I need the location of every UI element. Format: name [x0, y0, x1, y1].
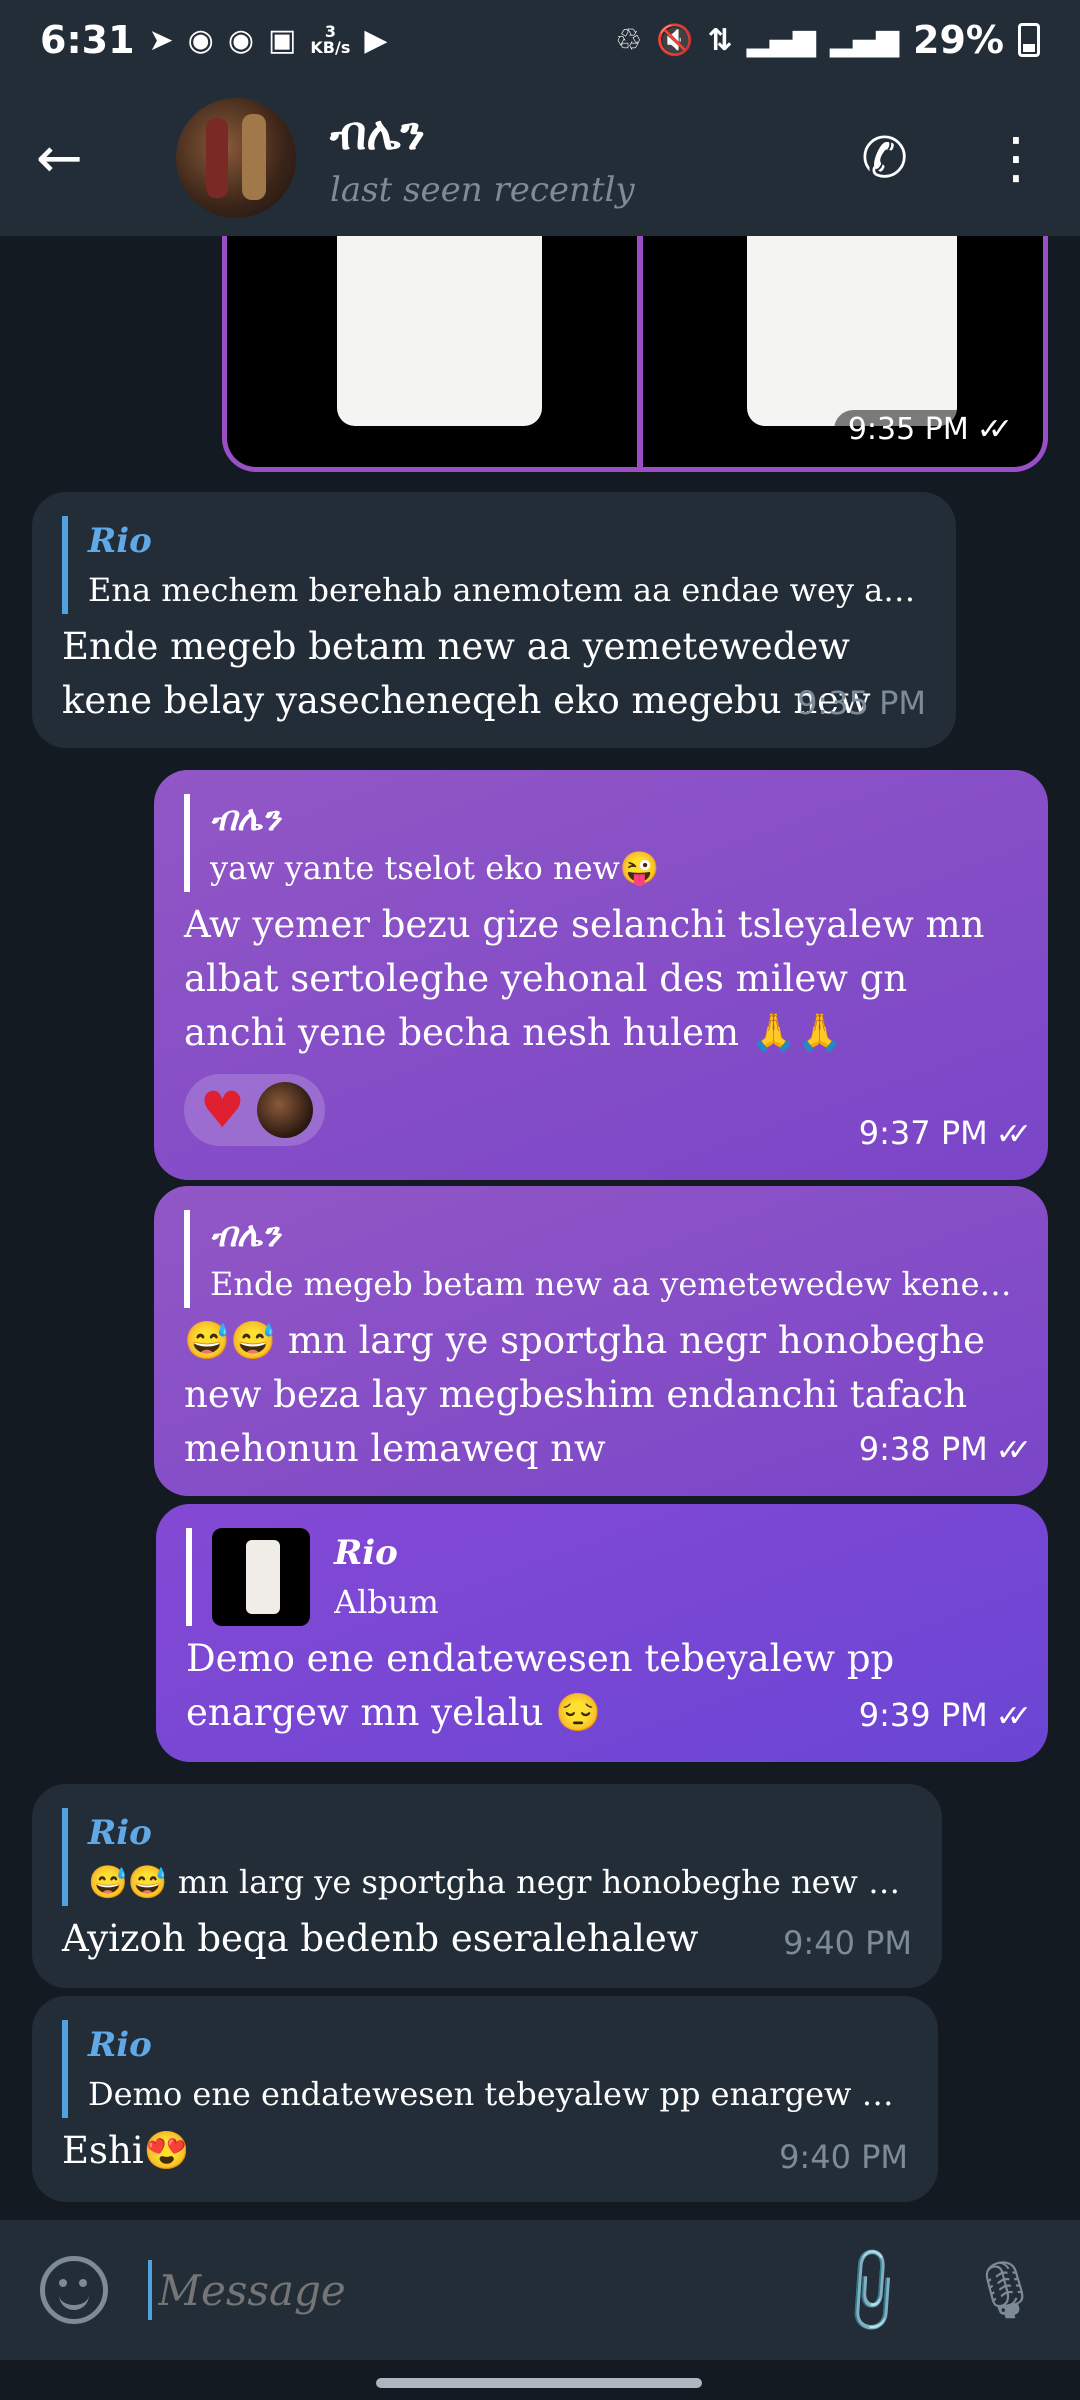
reply-preview[interactable]: ብሌን Ende megeb betam new aa yemetewedew … [184, 1210, 1018, 1308]
reply-thumbnail [212, 1528, 310, 1626]
message-time: 9:39 PM [858, 1696, 988, 1734]
battery-percent: 29% [913, 18, 1004, 62]
message-meta: 9:39 PM ✓✓ [858, 1688, 1032, 1744]
last-seen-status: last seen recently [330, 170, 635, 210]
status-bar: 6:31 ➤ ◉ ◉ ▣ 3 KB/s ▶ ♲ 🔇 ⇅ ▂▄▆ ▂▄▆ 29% [0, 0, 1080, 80]
message-bubble-outgoing[interactable]: Rio Album Demo ene endatewesen tebeyalew… [156, 1504, 1048, 1762]
message-bubble-incoming[interactable]: Rio 😅😅 mn larg ye sportgha negr honobegh… [32, 1784, 942, 1988]
message-bubble-incoming[interactable]: Rio Demo ene endatewesen tebeyalew pp en… [32, 1996, 938, 2202]
read-ticks-icon: ✓✓ [995, 1699, 1032, 1734]
message-bubble-outgoing[interactable]: ብሌን Ende megeb betam new aa yemetewedew … [154, 1186, 1048, 1496]
more-options-icon[interactable]: ⋮ [988, 126, 1044, 191]
signal-icon-2: ▂▄▆ [829, 22, 900, 58]
chat-header: ← ብሌን last seen recently ✆ ⋮ [0, 80, 1080, 236]
mute-icon: 🔇 [656, 22, 694, 58]
message-meta: 9:40 PM [779, 2130, 908, 2184]
chat-title-block[interactable]: ብሌን last seen recently [330, 106, 635, 210]
message-list[interactable]: 9:35 PM ✓✓ Rio Ena mechem berehab anemote… [0, 236, 1080, 2220]
message-meta: 9:37 PM ✓✓ [858, 1106, 1032, 1162]
album-photo-2[interactable] [747, 236, 957, 426]
battery-icon [1018, 23, 1040, 57]
read-ticks-icon: ✓✓ [995, 1117, 1032, 1152]
reply-preview[interactable]: Rio Demo ene endatewesen tebeyalew pp en… [62, 2020, 908, 2118]
message-time: 9:40 PM [783, 1924, 912, 1962]
reply-text: Ena mechem berehab anemotem aa endae wey… [88, 571, 926, 609]
reply-preview[interactable]: Rio Album [186, 1528, 1018, 1626]
paperclip-icon[interactable]: 📎 [820, 2238, 923, 2341]
composer: 📎 🎙 [0, 2220, 1080, 2360]
message-bubble-outgoing[interactable]: ብሌን yaw yante tselot eko new😜 Aw yemer b… [154, 770, 1048, 1180]
message-time: 9:35 PM [847, 412, 969, 447]
read-ticks-icon: ✓✓ [995, 1433, 1032, 1468]
message-time: 9:35 PM [797, 684, 926, 722]
message-time: 9:38 PM [858, 1430, 988, 1468]
chrome-icon-2: ◉ [227, 22, 255, 58]
status-time: 6:31 [40, 18, 135, 62]
gesture-handle[interactable] [376, 2378, 702, 2388]
message-input[interactable] [148, 2260, 835, 2320]
youtube-icon: ▶ [364, 22, 388, 58]
chrome-icon: ◉ [187, 22, 214, 58]
message-meta: 9:38 PM ✓✓ [858, 1422, 1032, 1478]
network-speed: 3 KB/s [310, 22, 351, 57]
message-time: 9:40 PM [779, 2138, 908, 2176]
emoji-icon[interactable] [40, 2256, 108, 2324]
message-meta: 9:40 PM [783, 1916, 912, 1970]
reply-author: Rio [88, 1813, 152, 1853]
reply-preview[interactable]: Rio Ena mechem berehab anemotem aa endae… [62, 516, 926, 614]
microphone-icon[interactable]: 🎙 [969, 2257, 1040, 2323]
message-bubble-incoming[interactable]: Rio Ena mechem berehab anemotem aa endae… [32, 492, 956, 748]
album-photo-1[interactable] [337, 236, 542, 426]
reply-text: Ende megeb betam new aa yemetewedew kene… [210, 1265, 1018, 1303]
phone-icon[interactable]: ✆ [861, 126, 908, 191]
reply-text: Album [334, 1583, 439, 1621]
reply-author: Rio [88, 2025, 152, 2065]
reply-author: Rio [88, 521, 152, 561]
read-ticks-icon: ✓✓ [976, 412, 1013, 447]
avatar[interactable] [176, 98, 296, 218]
reply-author: Rio [334, 1533, 398, 1573]
reactor-avatar [256, 1082, 313, 1138]
chat-title: ብሌን [330, 106, 425, 160]
heart-reaction-icon: ♥ [200, 1081, 245, 1139]
back-arrow-icon[interactable]: ← [36, 126, 116, 191]
message-meta: 9:35 PM ✓✓ [833, 410, 1013, 449]
recycle-icon: ♲ [615, 22, 643, 58]
reply-preview[interactable]: Rio 😅😅 mn larg ye sportgha negr honobegh… [62, 1808, 912, 1906]
message-meta: 9:35 PM [797, 676, 926, 730]
message-time: 9:37 PM [858, 1114, 988, 1152]
telegram-icon: ➤ [148, 22, 174, 58]
album-divider [637, 236, 643, 467]
message-text: Aw yemer bezu gize selanchi tsleyalew mn… [184, 903, 985, 1054]
nav-bar [0, 2360, 1080, 2400]
data-icon: ⇅ [707, 22, 733, 58]
reply-preview[interactable]: ብሌን yaw yante tselot eko new😜 [184, 794, 1018, 892]
reaction-chip[interactable]: ♥ [184, 1074, 325, 1146]
reply-text: Demo ene endatewesen tebeyalew pp enarge… [88, 2075, 908, 2113]
reply-text: yaw yante tselot eko new😜 [210, 849, 660, 887]
reply-author: ብሌን [210, 1215, 281, 1255]
reply-text: 😅😅 mn larg ye sportgha negr honobeghe ne… [88, 1863, 912, 1901]
photo-album-message[interactable]: 9:35 PM ✓✓ [222, 236, 1048, 472]
signal-icon: ▂▄▆ [746, 22, 816, 58]
gallery-icon: ▣ [268, 22, 297, 58]
reply-author: ብሌን [210, 799, 281, 839]
